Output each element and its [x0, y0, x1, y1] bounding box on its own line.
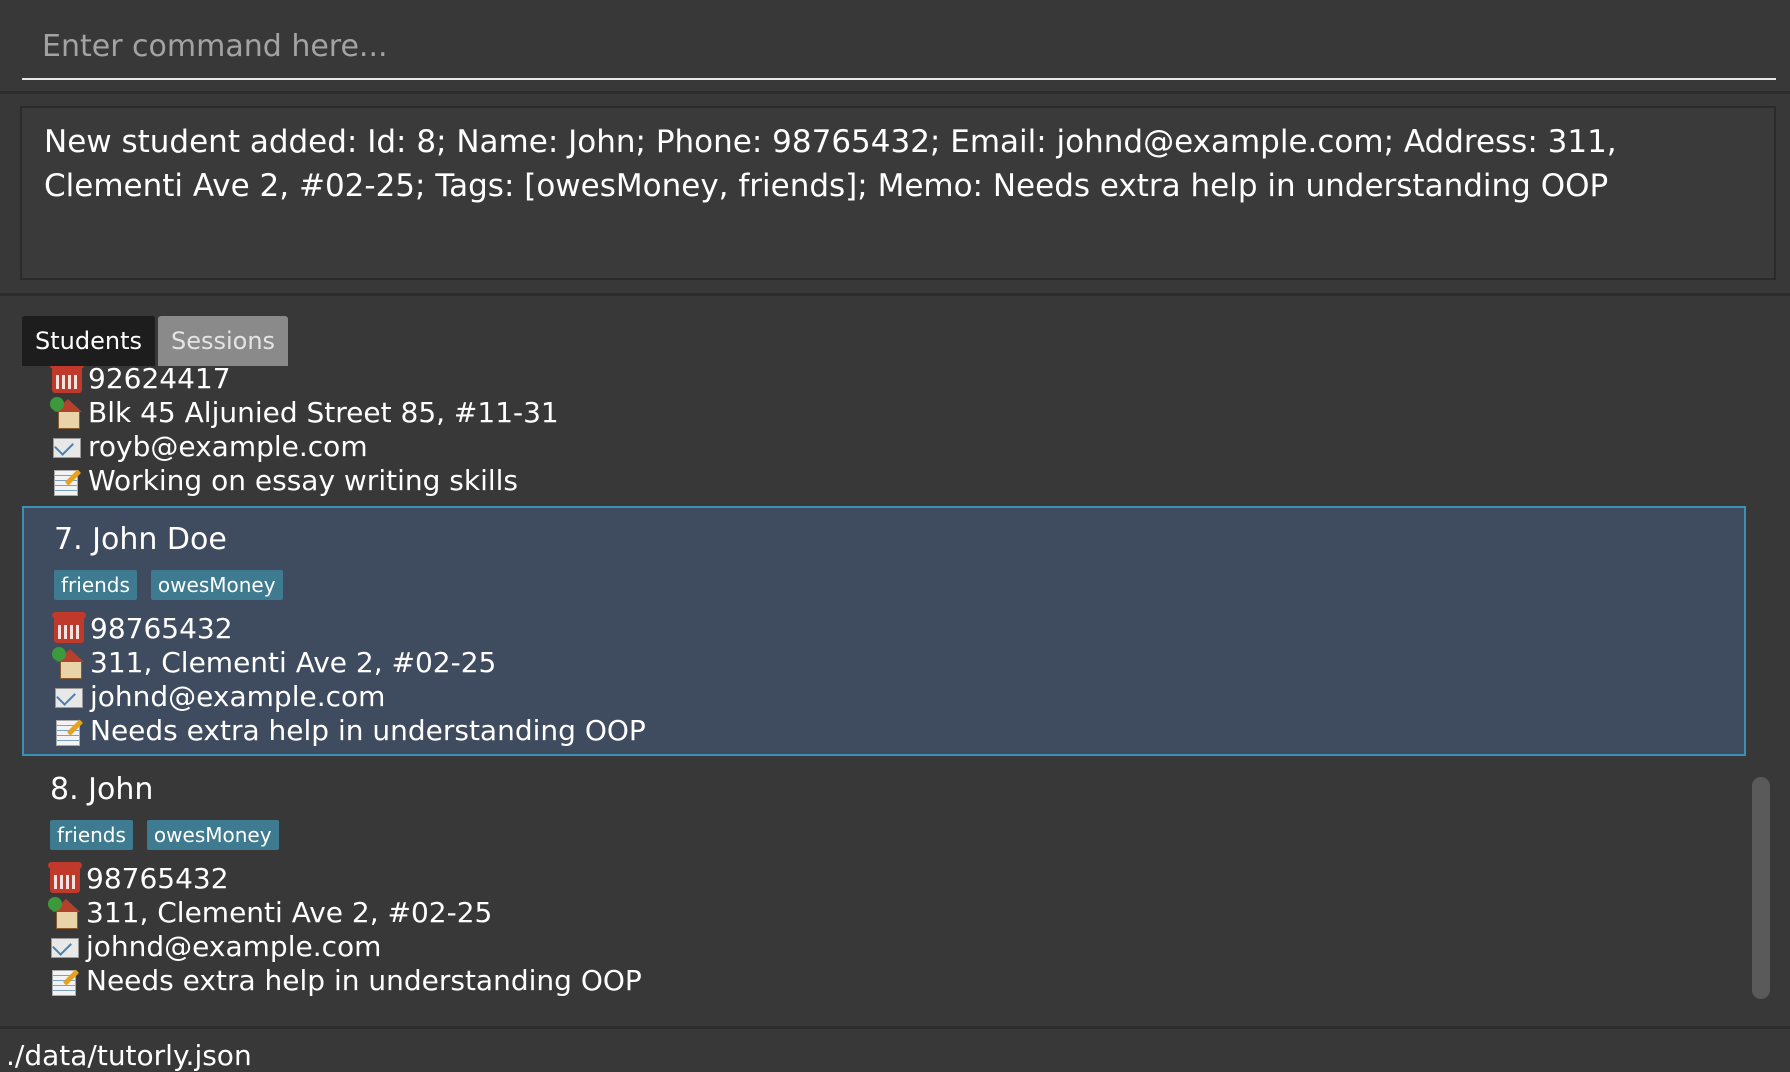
house-icon	[52, 647, 84, 679]
student-name: 8. John	[50, 772, 154, 807]
address-text: 311, Clementi Ave 2, #02-25	[90, 646, 497, 679]
result-display[interactable]: New student added: Id: 8; Name: John; Ph…	[20, 106, 1776, 280]
phone-row: 98765432	[52, 612, 1744, 646]
address-row: 311, Clementi Ave 2, #02-25	[48, 896, 1746, 930]
student-name: 7. John Doe	[54, 522, 227, 557]
tag-badge: owesMoney	[146, 820, 279, 850]
tag-badge: friends	[50, 820, 133, 850]
tab-sessions[interactable]: Sessions	[157, 316, 289, 366]
email-row: royb@example.com	[52, 430, 1746, 464]
memo-row: Needs extra help in understanding OOP	[50, 964, 1746, 998]
telephone-icon	[50, 366, 84, 393]
tag-badge: friends	[54, 570, 137, 600]
memo-text: Needs extra help in understanding OOP	[90, 714, 646, 747]
telephone-icon	[52, 612, 86, 643]
phone-text: 98765432	[90, 612, 233, 645]
email-row: johnd@example.com	[50, 930, 1746, 964]
tag-badge: owesMoney	[150, 570, 283, 600]
memo-icon	[50, 967, 80, 996]
envelope-icon	[50, 933, 80, 961]
telephone-icon	[48, 862, 82, 893]
address-text: 311, Clementi Ave 2, #02-25	[86, 896, 493, 929]
phone-text: 98765432	[86, 862, 229, 895]
email-row: johnd@example.com	[54, 680, 1744, 714]
address-text: Blk 45 Aljunied Street 85, #11-31	[88, 396, 559, 429]
command-input[interactable]	[22, 14, 1776, 80]
status-bar: ./data/tutorly.json	[0, 1026, 1790, 1072]
list-scrollbar-thumb[interactable]	[1752, 777, 1770, 999]
memo-icon	[54, 717, 84, 746]
result-display-area: New student added: Id: 8; Name: John; Ph…	[0, 94, 1790, 296]
email-text: johnd@example.com	[86, 930, 382, 963]
tag-list: friends owesMoney	[54, 570, 1744, 604]
tab-students[interactable]: Students	[22, 316, 155, 366]
app-window: New student added: Id: 8; Name: John; Ph…	[0, 0, 1790, 1072]
phone-text: 92624417	[88, 366, 231, 395]
student-card-selected[interactable]: 7. John Doe friends owesMoney 98765432 3…	[22, 506, 1746, 756]
student-card[interactable]: 8. John friends owesMoney 98765432 311, …	[22, 756, 1746, 1006]
student-list[interactable]: 92624417 Blk 45 Aljunied Street 85, #11-…	[22, 366, 1746, 1006]
email-text: royb@example.com	[88, 430, 368, 463]
tag-list: friends owesMoney	[50, 820, 1746, 854]
envelope-icon	[52, 433, 82, 461]
student-card[interactable]: 92624417 Blk 45 Aljunied Street 85, #11-…	[22, 366, 1746, 497]
envelope-icon	[54, 683, 84, 711]
address-row: Blk 45 Aljunied Street 85, #11-31	[50, 396, 1746, 430]
email-text: johnd@example.com	[90, 680, 386, 713]
memo-text: Working on essay writing skills	[88, 464, 519, 497]
house-icon	[50, 397, 82, 429]
command-box-area	[0, 0, 1790, 94]
memo-icon	[52, 467, 82, 496]
phone-row: 92624417	[50, 366, 1746, 396]
memo-text: Needs extra help in understanding OOP	[86, 964, 642, 997]
memo-row: Working on essay writing skills	[52, 464, 1746, 498]
phone-row: 98765432	[48, 862, 1746, 896]
tab-bar: Students Sessions	[22, 316, 291, 366]
memo-row: Needs extra help in understanding OOP	[54, 714, 1744, 748]
save-location-text: ./data/tutorly.json	[6, 1039, 252, 1072]
house-icon	[48, 897, 80, 929]
address-row: 311, Clementi Ave 2, #02-25	[52, 646, 1744, 680]
